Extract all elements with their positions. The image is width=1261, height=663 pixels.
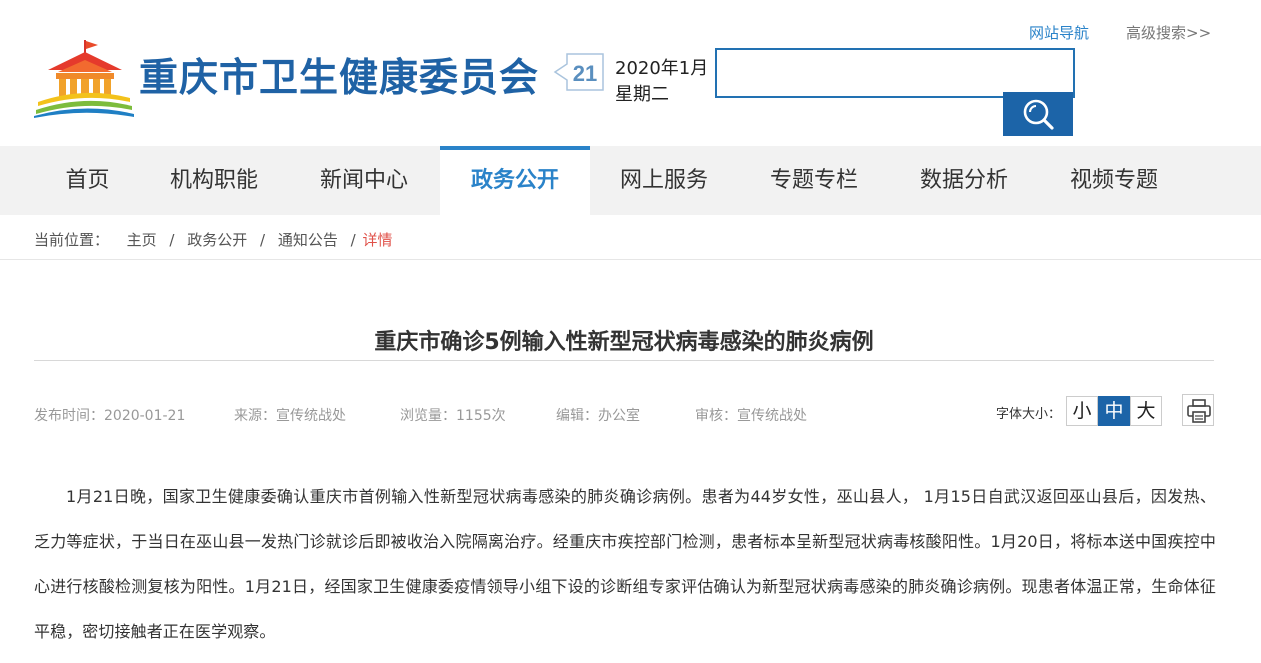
breadcrumb-separator: /	[169, 231, 175, 249]
printer-icon	[1187, 399, 1211, 423]
site-header: 重庆市卫生健康委员会 21 2020年1月 星期二 网站导航 高级搜索>>	[0, 0, 1261, 146]
search-input[interactable]	[715, 48, 1075, 98]
breadcrumb-government-affairs[interactable]: 政务公开	[187, 229, 247, 250]
date-weekday: 星期二	[615, 84, 669, 105]
font-size-small-button[interactable]: 小	[1066, 396, 1098, 426]
current-date: 2020年1月 星期二	[615, 56, 708, 108]
city-hall-logo-icon[interactable]	[34, 40, 134, 118]
nav-item-home[interactable]: 首页	[40, 146, 135, 215]
nav-item-online-services[interactable]: 网上服务	[600, 146, 728, 215]
article-editor: 编辑：办公室	[556, 408, 640, 424]
breadcrumb-separator: /	[350, 231, 356, 249]
date-day: 21	[572, 61, 598, 86]
nav-item-data-analysis[interactable]: 数据分析	[900, 146, 1028, 215]
site-nav-link[interactable]: 网站导航	[1029, 22, 1089, 43]
site-title: 重庆市卫生健康委员会	[139, 56, 540, 101]
view-count: 浏览量：1155次	[400, 408, 506, 424]
nav-item-news[interactable]: 新闻中心	[300, 146, 428, 215]
divider	[0, 259, 1261, 260]
article-title: 重庆市确诊5例输入性新型冠状病毒感染的肺炎病例	[374, 330, 874, 355]
breadcrumb: 当前位置： 主页 / 政务公开 / 通知公告 / 详情	[34, 229, 393, 250]
breadcrumb-current: 详情	[362, 231, 393, 249]
publish-date: 发布时间：2020-01-21	[34, 408, 186, 424]
nav-item-government-affairs[interactable]: 政务公开	[440, 146, 590, 215]
print-button[interactable]	[1182, 394, 1214, 426]
article-body: 1月21日晚，国家卫生健康委确认重庆市首例输入性新型冠状病毒感染的肺炎确诊病例。…	[34, 487, 1216, 641]
font-size-label: 字体大小：	[996, 407, 1062, 422]
font-size-large-button[interactable]: 大	[1130, 396, 1162, 426]
article-reviewer: 审核：宣传统战处	[695, 408, 807, 424]
article-source: 来源：宣传统战处	[234, 408, 346, 424]
breadcrumb-separator: /	[260, 231, 266, 249]
divider	[34, 360, 1214, 361]
breadcrumb-notices[interactable]: 通知公告	[278, 229, 338, 250]
search-icon	[1023, 99, 1054, 130]
nav-item-video[interactable]: 视频专题	[1050, 146, 1178, 215]
breadcrumb-home[interactable]: 主页	[127, 229, 157, 250]
font-size-medium-button[interactable]: 中	[1098, 396, 1130, 426]
nav-item-organization[interactable]: 机构职能	[150, 146, 278, 215]
main-nav: 首页 机构职能 新闻中心 政务公开 网上服务 专题专栏 数据分析 视频专题	[0, 146, 1261, 215]
date-month: 2020年1月	[615, 58, 709, 79]
breadcrumb-prefix: 当前位置：	[34, 231, 110, 249]
advanced-search-link[interactable]: 高级搜索>>	[1126, 22, 1211, 43]
search-button[interactable]	[1003, 92, 1073, 136]
nav-item-special-topics[interactable]: 专题专栏	[750, 146, 878, 215]
